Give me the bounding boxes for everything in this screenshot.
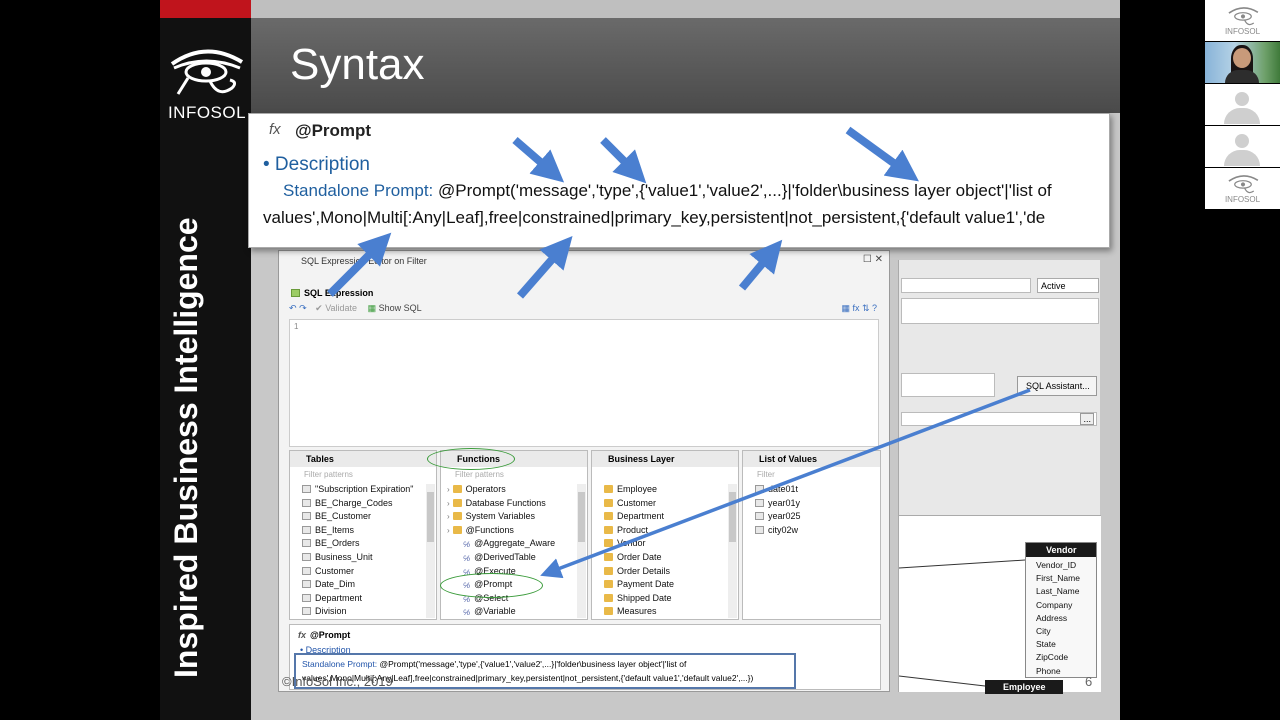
page-number: 6 — [1085, 674, 1093, 689]
arrow-folder — [845, 126, 919, 182]
avatar-icon — [1235, 92, 1249, 106]
participant-tile-camera[interactable] — [1205, 42, 1280, 83]
participant-tile-avatar[interactable] — [1205, 126, 1280, 167]
arrow-message — [512, 136, 565, 183]
arrow-persistent — [738, 239, 783, 291]
arrow-multi — [327, 232, 392, 297]
presentation-slide: INFOSOL Inspired Business Intelligence S… — [160, 0, 1120, 720]
infosol-eye-logo-icon — [1228, 7, 1259, 26]
avatar-icon — [1235, 134, 1249, 148]
participant-tile-logo[interactable]: INFOSOL — [1205, 0, 1280, 41]
participant-tile-avatar[interactable] — [1205, 84, 1280, 125]
screen: INFOSOL Inspired Business Intelligence S… — [0, 0, 1280, 720]
tile-label: INFOSOL — [1224, 195, 1261, 204]
copyright-text: ©InfoSol Inc., 2019 — [282, 674, 393, 689]
arrow-sql-assistant-to-prompt — [540, 388, 1031, 579]
arrow-type — [600, 137, 647, 184]
tile-label: INFOSOL — [1224, 27, 1261, 36]
arrow-constrained — [516, 235, 573, 299]
infosol-eye-logo-icon — [1228, 175, 1259, 194]
annotation-arrows — [327, 126, 1031, 579]
participant-tile-logo[interactable]: INFOSOL — [1205, 168, 1280, 209]
meeting-participants-strip: INFOSOL INFOSOL — [1205, 0, 1280, 210]
